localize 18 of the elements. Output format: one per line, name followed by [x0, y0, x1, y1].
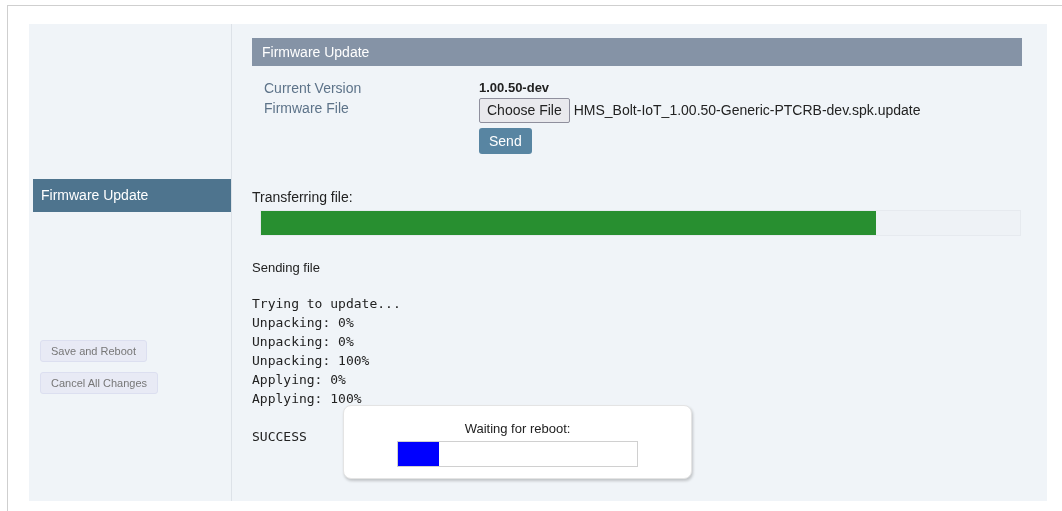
result-text: SUCCESS: [252, 427, 307, 446]
sidebar-item[interactable]: Firmware Update: [33, 179, 231, 212]
choose-file-button[interactable]: Choose File: [479, 98, 570, 123]
log-line: Unpacking: 100%: [252, 351, 370, 370]
log-line: Applying: 100%: [252, 389, 362, 408]
send-button[interactable]: Send: [479, 128, 532, 154]
field-label: Current Version: [264, 79, 363, 98]
log-line: Trying to update...: [252, 294, 401, 313]
file-name: HMS_Bolt-IoT_1.00.50-Generic-PTCRB-dev.spk.update: [573, 101, 921, 120]
version-value: 1.00.50-dev: [479, 79, 550, 97]
log-line: Unpacking: 0%: [252, 332, 354, 351]
transfer-label: Transferring file:: [252, 188, 353, 207]
log-line: Applying: 0%: [252, 370, 346, 389]
field-label: Firmware File: [264, 99, 350, 118]
reboot-label: Waiting for reboot:: [464, 420, 571, 438]
status-text: Sending file: [252, 259, 320, 277]
section-header: Firmware Update: [252, 38, 1022, 66]
log-line: Unpacking: 0%: [252, 313, 354, 332]
